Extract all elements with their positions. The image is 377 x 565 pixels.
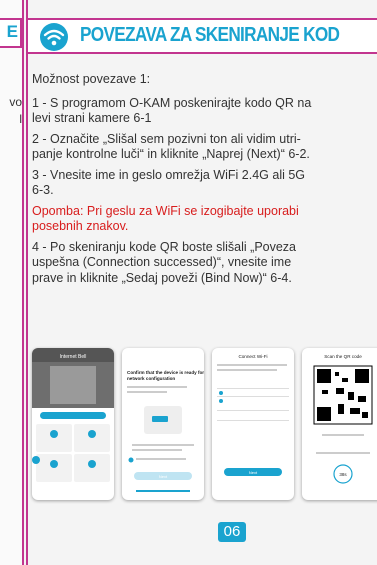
page-frame: POVEZAVA ZA SKENIRANJE KOD Možnost povez… xyxy=(26,0,377,565)
section-title: POVEZAVA ZA SKENIRANJE KOD xyxy=(80,24,340,46)
app-screenshots: Internet Bell Confirm that the device is… xyxy=(32,348,377,508)
previous-header-letter: E xyxy=(6,22,18,41)
screen-2-next: Next xyxy=(159,474,168,479)
wifi-icon xyxy=(40,23,68,51)
screen-4-title: Scan the QR code xyxy=(324,354,362,359)
section-header: POVEZAVA ZA SKENIRANJE KOD xyxy=(28,18,377,54)
svg-text:network configuration: network configuration xyxy=(127,376,175,381)
screenshot-6-2: Confirm that the device is ready for net… xyxy=(122,348,204,500)
screen-3-next: Next xyxy=(249,470,258,475)
previous-text-fragment: vo xyxy=(9,95,22,109)
step-4-text: 4 - Po skeniranju kode QR boste slišali … xyxy=(32,239,297,285)
step-1-text: 1 - S programom O-KAM poskenirajte kodo … xyxy=(32,95,312,126)
page-number: 06 xyxy=(218,522,246,542)
previous-page-fragment: E vo l xyxy=(0,0,24,565)
screen-4-timer: 38s xyxy=(339,472,347,477)
connection-option-label: Možnost povezave 1: xyxy=(32,72,151,86)
wifi-password-note: Opomba: Pri geslu za WiFi se izogibajte … xyxy=(32,203,299,234)
screen-3-title: Connect Wi-Fi xyxy=(238,354,267,359)
previous-page-header: E xyxy=(0,18,22,48)
previous-text-fragment: l xyxy=(19,112,22,126)
svg-text:Confirm that the device is rea: Confirm that the device is ready for xyxy=(127,370,204,375)
step-3-text: 3 - Vnesite ime in geslo omrežja WiFi 2.… xyxy=(32,167,306,198)
screenshot-6-4: Scan the QR code 38s xyxy=(302,348,377,500)
instructions: Možnost povezave 1: 1 - S programom O-KA… xyxy=(32,72,377,291)
screenshot-6-3: Connect Wi-Fi Next xyxy=(212,348,294,500)
screen-1-title: Internet Bell xyxy=(60,354,87,360)
step-2-text: 2 - Označite „Slišal sem pozivni ton ali… xyxy=(32,131,310,162)
screenshot-6-1: Internet Bell xyxy=(32,348,114,500)
